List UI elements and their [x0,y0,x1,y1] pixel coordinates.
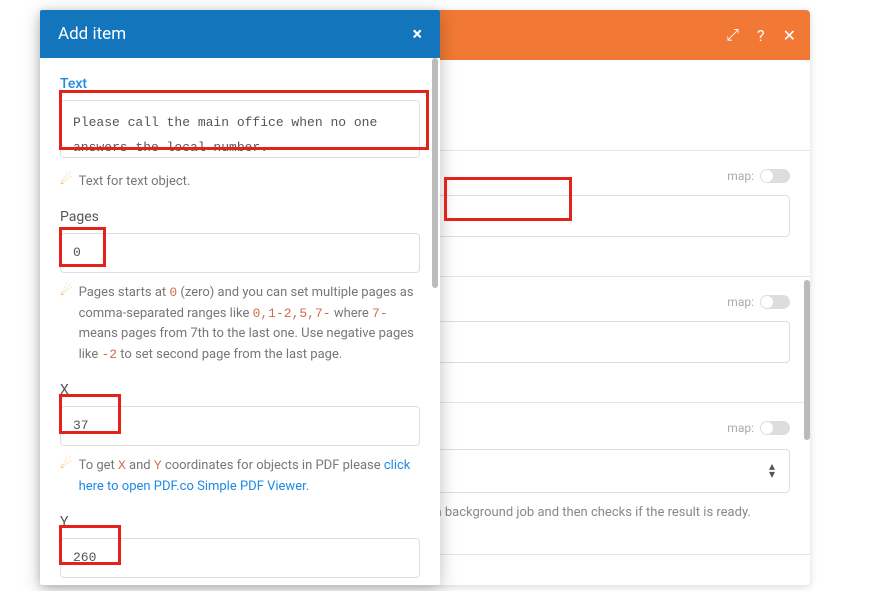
toggle-switch[interactable] [760,421,790,435]
bulb-icon: ☄ [60,283,73,300]
hint-text: To get X and Y coordinates for objects i… [79,456,420,498]
text-label: Text [60,76,420,92]
x-hint: ☄ To get X and Y coordinates for objects… [60,456,420,498]
bulb-icon: ☄ [60,172,73,189]
modal-title: Add item [58,24,126,44]
caret-updown-icon: ▴▾ [769,463,775,477]
expand-icon[interactable]: ⤢ [726,25,739,45]
add-item-modal: Add item × Text ☄ Text for text object. … [40,10,440,585]
help-icon[interactable]: ? [757,26,765,45]
pages-hint: ☄ Pages starts at 0 (zero) and you can s… [60,283,420,366]
text-hint: ☄ Text for text object. [60,172,420,193]
hint-text: Pages starts at 0 (zero) and you can set… [79,283,420,366]
y-input[interactable] [60,538,420,578]
pages-label: Pages [60,209,420,225]
map-label: map: [727,421,754,435]
map-label: map: [727,169,754,183]
y-label: Y [60,514,420,530]
modal-header: Add item × [40,10,440,58]
bulb-icon: ☄ [60,456,73,473]
map-toggle-sync: map: [727,421,790,435]
toggle-switch[interactable] [760,295,790,309]
modal-scrollbar[interactable] [432,58,438,288]
map-toggle-images: map: [727,295,790,309]
map-label: map: [727,295,754,309]
map-toggle-text-annotations: map: [727,169,790,183]
toggle-switch[interactable] [760,169,790,183]
text-input[interactable] [60,100,420,158]
header-actions: ⤢ ? ✕ [726,10,796,60]
hint-text: Text for text object. [79,172,420,193]
modal-body: Text ☄ Text for text object. Pages ☄ Pag… [40,58,440,585]
close-icon[interactable]: ✕ [783,26,796,45]
x-input[interactable] [60,406,420,446]
scrollbar[interactable] [804,280,810,440]
modal-close-icon[interactable]: × [412,24,422,45]
x-label: X [60,382,420,398]
pages-input[interactable] [60,233,420,273]
